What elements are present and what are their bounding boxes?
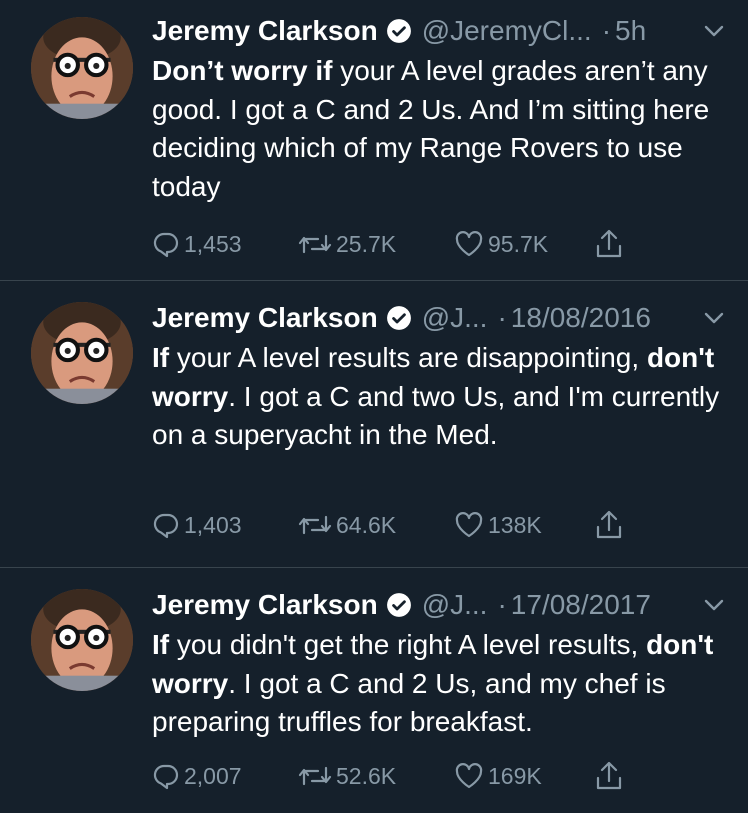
like-icon: [455, 763, 483, 789]
author-name[interactable]: Jeremy Clarkson: [152, 302, 378, 334]
reply-icon: [153, 513, 179, 539]
retweet-icon: [298, 766, 332, 786]
retweet-button[interactable]: 25.7K: [298, 230, 454, 258]
share-icon: [596, 510, 622, 539]
tweet-text-bold: Don’t worry if: [152, 55, 333, 86]
like-count: 138K: [488, 511, 542, 538]
tweet-text: Don’t worry if your A level grades aren’…: [152, 52, 728, 206]
share-button[interactable]: [594, 509, 624, 541]
retweet-icon: [298, 234, 332, 254]
tweet-text-segment: . I got a C and two Us, and I'm currentl…: [152, 380, 720, 451]
verified-badge-icon: [386, 592, 412, 618]
caret-down-icon[interactable]: [700, 308, 728, 328]
tweet-text-segment: your A level results are disappointing,: [169, 342, 647, 373]
avatar[interactable]: [31, 17, 133, 119]
share-button[interactable]: [594, 228, 624, 260]
like-count: 95.7K: [488, 230, 549, 257]
author-handle[interactable]: @J...: [422, 302, 488, 334]
retweet-count: 25.7K: [336, 230, 397, 257]
tweet-text-segment: you didn't get the right A level results…: [169, 629, 647, 660]
verified-badge-icon: [386, 18, 412, 44]
author-handle[interactable]: @JeremyCl...: [422, 15, 592, 47]
tweet-text: If your A level results are disappointin…: [152, 339, 728, 455]
avatar-image: [31, 17, 133, 119]
author-name[interactable]: Jeremy Clarkson: [152, 589, 378, 621]
retweet-count: 64.6K: [336, 511, 397, 538]
like-button[interactable]: 169K: [454, 762, 594, 790]
tweet-text-bold: If: [152, 342, 170, 373]
caret-down-icon[interactable]: [700, 21, 728, 41]
verified-badge-icon: [386, 305, 412, 331]
like-button[interactable]: 138K: [454, 511, 594, 539]
tweet[interactable]: Jeremy Clarkson @J... · 18/08/2016 If yo…: [0, 281, 748, 568]
retweet-count: 52.6K: [336, 762, 397, 789]
timestamp[interactable]: 17/08/2017: [511, 589, 651, 621]
like-icon: [455, 512, 483, 538]
author-handle[interactable]: @J...: [422, 589, 488, 621]
separator-dot: ·: [497, 302, 507, 333]
timestamp[interactable]: 18/08/2016: [511, 302, 651, 334]
retweet-button[interactable]: 52.6K: [298, 762, 454, 790]
reply-count: 1,403: [184, 511, 242, 538]
like-button[interactable]: 95.7K: [454, 230, 594, 258]
avatar[interactable]: [31, 589, 133, 691]
avatar-image: [31, 589, 133, 691]
share-button[interactable]: [594, 760, 624, 792]
retweet-button[interactable]: 64.6K: [298, 511, 454, 539]
author-name[interactable]: Jeremy Clarkson: [152, 15, 378, 47]
share-icon: [596, 761, 622, 790]
tweet-text-bold: If: [152, 629, 170, 660]
tweet[interactable]: Jeremy Clarkson @JeremyCl... · 5h Don’t …: [0, 0, 748, 281]
like-icon: [455, 231, 483, 257]
share-icon: [596, 229, 622, 258]
like-count: 169K: [488, 762, 542, 789]
reply-icon: [153, 764, 179, 790]
timestamp[interactable]: 5h: [615, 15, 646, 47]
tweet-actions: 1,453 25.7K 95.7K: [152, 228, 624, 260]
tweet-text-segment: . I got a C and 2 Us, and my chef is pre…: [152, 667, 666, 738]
tweet-actions: 2,007 52.6K 169K: [152, 760, 624, 792]
reply-icon: [153, 232, 179, 258]
caret-down-icon[interactable]: [700, 595, 728, 615]
separator-dot: ·: [497, 589, 507, 620]
avatar-image: [31, 302, 133, 404]
reply-button[interactable]: 1,453: [152, 230, 298, 258]
tweet-actions: 1,403 64.6K 138K: [152, 509, 624, 541]
avatar[interactable]: [31, 302, 133, 404]
tweet-text: If you didn't get the right A level resu…: [152, 626, 728, 742]
reply-count: 2,007: [184, 762, 242, 789]
retweet-icon: [298, 515, 332, 535]
separator-dot: ·: [601, 15, 612, 46]
reply-button[interactable]: 1,403: [152, 511, 298, 539]
reply-button[interactable]: 2,007: [152, 762, 298, 790]
reply-count: 1,453: [184, 230, 242, 257]
tweet[interactable]: Jeremy Clarkson @J... · 17/08/2017 If yo…: [0, 568, 748, 813]
